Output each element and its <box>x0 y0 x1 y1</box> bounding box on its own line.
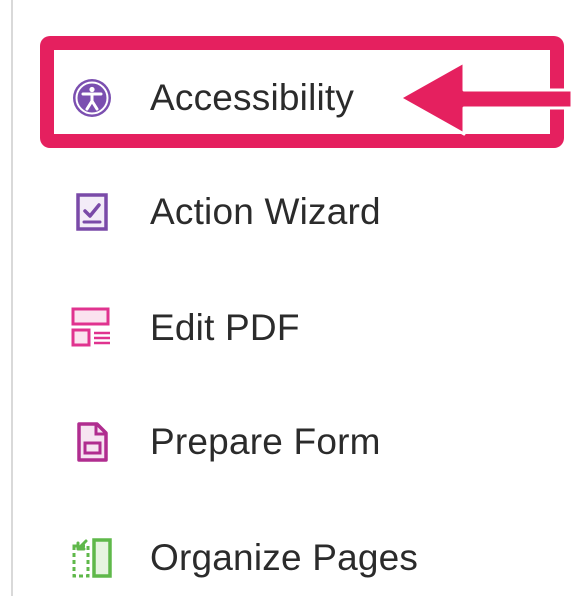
tool-item-action-wizard[interactable]: Action Wizard <box>70 172 381 252</box>
organize-pages-icon <box>70 536 114 580</box>
tool-item-edit-pdf[interactable]: Edit PDF <box>70 288 300 368</box>
action-wizard-icon <box>70 190 114 234</box>
arrow-annotation <box>398 60 572 136</box>
tools-panel-screenshot: Accessibility Action Wizard Edit PDF Pre… <box>0 0 572 596</box>
tool-label-edit-pdf: Edit PDF <box>150 307 300 348</box>
accessibility-icon <box>70 76 114 120</box>
tool-label-prepare-form: Prepare Form <box>150 421 381 462</box>
tool-item-organize-pages[interactable]: Organize Pages <box>70 518 418 596</box>
panel-divider <box>11 0 13 596</box>
edit-pdf-icon <box>70 306 114 350</box>
tool-label-organize-pages: Organize Pages <box>150 537 419 578</box>
tool-label-accessibility: Accessibility <box>150 77 355 118</box>
tool-item-prepare-form[interactable]: Prepare Form <box>70 402 381 482</box>
prepare-form-icon <box>70 420 114 464</box>
tool-item-accessibility[interactable]: Accessibility <box>70 58 354 138</box>
tool-label-action-wizard: Action Wizard <box>150 191 381 232</box>
